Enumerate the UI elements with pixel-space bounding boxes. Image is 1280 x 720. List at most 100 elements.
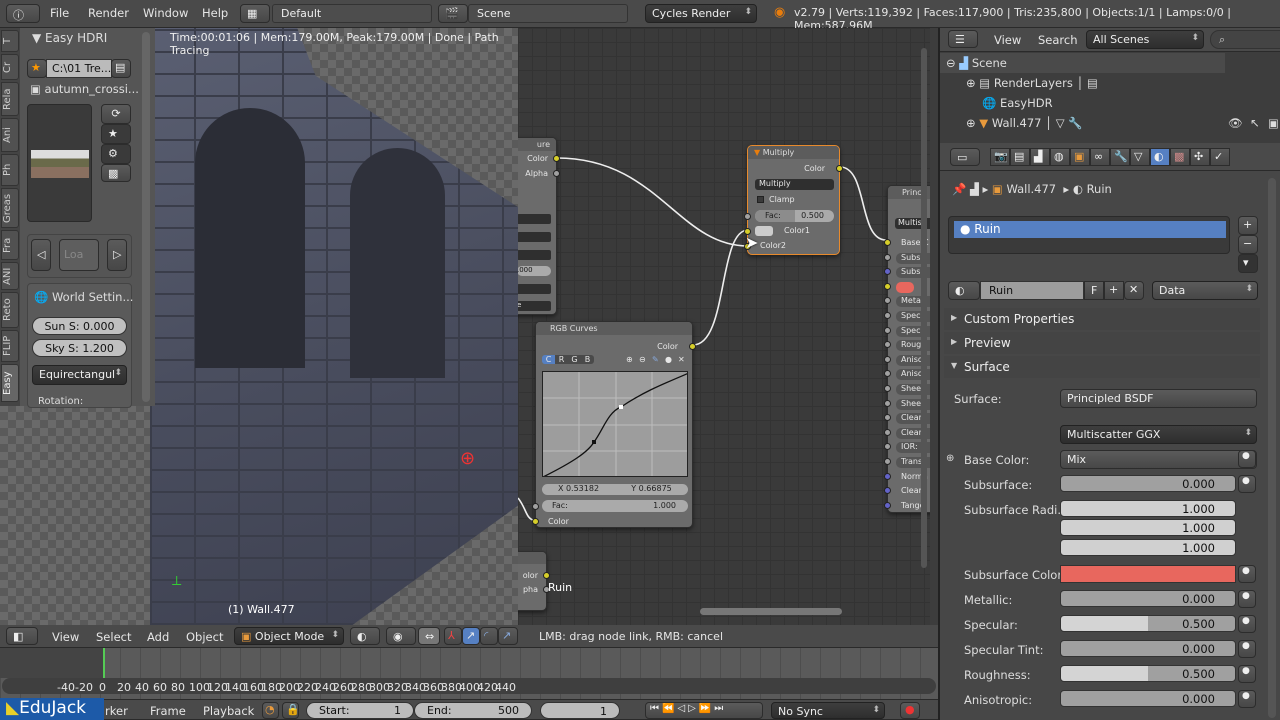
lock-icon[interactable]: 🔒 [282, 702, 299, 719]
outliner-item-renderlayers[interactable]: ⊕ ▤ RenderLayers │ ▤ [966, 76, 1098, 90]
socket-fac[interactable] [532, 503, 539, 510]
playback-controls[interactable]: ⏮⏪◁▷⏩⏭ [645, 702, 763, 719]
editor-type-button[interactable]: ◧ [6, 627, 38, 645]
property-slider[interactable]: 0.000 [1060, 590, 1236, 607]
add-slot-button[interactable]: + [1238, 216, 1258, 235]
socket-fac[interactable] [744, 213, 751, 220]
menu-frame[interactable]: Frame [150, 704, 186, 718]
tab-retopo[interactable]: Reto [1, 292, 19, 328]
render-layers-tab-icon[interactable]: ▤ [1010, 148, 1030, 166]
property-slider[interactable]: 1.000 [1060, 519, 1236, 536]
3d-cursor-icon[interactable]: ⊕ [460, 448, 475, 469]
principled-socket[interactable] [884, 326, 891, 334]
panel-title[interactable]: ▼ Easy HDRI [32, 31, 107, 45]
shading-button[interactable]: ◐ [350, 627, 380, 645]
visibility-eye-icon[interactable]: 👁 [1228, 116, 1243, 130]
tab-flip[interactable]: FLIP [1, 330, 19, 362]
particles-tab-icon[interactable]: ✣ [1190, 148, 1210, 166]
rotate-manipulator[interactable]: ↗ [462, 627, 480, 645]
previous-hdri-button[interactable]: ◁ [31, 239, 51, 271]
material-name-field[interactable]: Ruin [980, 281, 1084, 300]
tab-physics[interactable]: Ph [1, 154, 19, 186]
hdri-path-field[interactable]: C:\01 Tre... [46, 59, 112, 78]
data-tab-icon[interactable]: ▽ [1130, 148, 1150, 166]
property-slider[interactable]: 1.000 [1060, 500, 1236, 517]
menu-render[interactable]: Render [88, 6, 129, 20]
new-material-button[interactable]: + [1104, 281, 1124, 300]
outliner-editor-type[interactable]: ☰ [948, 30, 978, 48]
subsurface-color-swatch[interactable] [1060, 565, 1236, 583]
socket-output-color[interactable] [689, 343, 696, 350]
renderable-camera-icon[interactable]: ▣ [1268, 116, 1279, 130]
menu-view[interactable]: View [52, 630, 79, 644]
menu-playback[interactable]: Playback [203, 704, 254, 718]
favorite-icon[interactable]: ★ [27, 59, 47, 78]
record-button[interactable]: ● [900, 702, 920, 719]
link-socket-icon[interactable]: ● [1238, 565, 1256, 583]
remove-slot-button[interactable]: − [1238, 235, 1258, 254]
properties-editor-type[interactable]: ▭ [950, 148, 980, 166]
expand-link-icon[interactable]: ⊕ [946, 453, 954, 464]
principled-socket[interactable] [884, 443, 891, 451]
property-slider[interactable]: 0.500 [1060, 665, 1236, 682]
next-hdri-button[interactable]: ▷ [107, 239, 127, 271]
principled-socket[interactable] [884, 341, 891, 349]
delete-point-icon[interactable]: ✕ [678, 355, 685, 364]
socket-input-color[interactable] [532, 518, 539, 525]
node-value-field[interactable]: .000 [518, 266, 551, 276]
principled-socket[interactable] [884, 458, 891, 465]
curve-graph[interactable] [542, 371, 688, 477]
fac-slider[interactable]: Fac: 1.000 [542, 500, 688, 512]
layout-field[interactable]: Default [272, 4, 432, 23]
zoom-out-icon[interactable]: ⊖ [639, 355, 646, 364]
socket-color[interactable] [553, 155, 560, 162]
texture-tab-icon[interactable]: ▩ [1170, 148, 1190, 166]
link-socket-icon[interactable]: ● [1238, 690, 1256, 708]
folder-icon[interactable]: ▤ [111, 59, 131, 78]
principled-socket[interactable] [884, 282, 891, 290]
outliner-search-input[interactable]: ⌕ [1210, 30, 1280, 49]
base-color-input[interactable]: Mix [1060, 450, 1257, 469]
tab-frame[interactable]: Fra [1, 230, 19, 260]
sync-dropdown[interactable]: No Sync [771, 702, 885, 719]
tools-icon[interactable]: ✎ [652, 355, 659, 364]
scale-manipulator[interactable]: ◜ [480, 627, 498, 645]
pivot-button[interactable]: ◉ [386, 627, 416, 645]
object-tab-icon[interactable]: ▣ [1070, 148, 1090, 166]
channel-c[interactable]: C [542, 355, 555, 364]
load-button[interactable]: Loa [59, 239, 99, 271]
hdri-preview[interactable] [27, 104, 92, 222]
projection-dropdown[interactable]: Equirectangul [32, 365, 127, 385]
translate-manipulator[interactable]: ⅄ [444, 627, 462, 645]
clamp-checkbox[interactable] [757, 196, 764, 203]
node-editor-vscrollbar[interactable] [921, 48, 927, 568]
blend-mode-dropdown[interactable]: Multiply [755, 179, 834, 190]
physics-tab-icon[interactable]: ✓ [1210, 148, 1230, 166]
material-browse-button[interactable]: ◐ [948, 281, 980, 300]
principled-socket[interactable] [884, 399, 891, 407]
refresh-icon[interactable]: ⟳ [101, 104, 131, 124]
outliner-item-wall[interactable]: ⊕ ▼ Wall.477 │ ▽ 🔧 [966, 116, 1083, 130]
unlink-material-button[interactable]: ✕ [1124, 281, 1144, 300]
tab-easy[interactable]: Easy [1, 364, 19, 402]
principled-socket[interactable] [884, 501, 891, 509]
socket-alpha[interactable] [553, 170, 560, 177]
principled-socket[interactable] [884, 253, 891, 261]
principled-socket[interactable] [884, 370, 891, 378]
properties-scrollbar[interactable] [1268, 178, 1276, 718]
node-dropdown[interactable]: e [518, 301, 551, 311]
link-socket-icon[interactable]: ● [1238, 590, 1256, 608]
image-texture-node[interactable]: ure Color Alpha .000 e [518, 137, 560, 315]
tab-ani[interactable]: ANI [1, 262, 19, 290]
zoom-in-icon[interactable]: ⊕ [626, 355, 633, 364]
scene-field[interactable]: Scene [468, 4, 628, 23]
menu-file[interactable]: File [50, 6, 69, 20]
menu-add[interactable]: Add [147, 630, 169, 644]
distribution-dropdown[interactable]: Multiscatter GGX [1060, 425, 1257, 444]
principled-socket[interactable] [884, 472, 891, 480]
settings-menu-icon[interactable]: ⚙ [101, 144, 131, 164]
principled-input[interactable] [896, 281, 914, 293]
link-socket-icon[interactable]: ● [1238, 665, 1256, 683]
socket-output-color[interactable] [836, 165, 843, 172]
render-tab-icon[interactable]: 📷 [990, 148, 1010, 166]
